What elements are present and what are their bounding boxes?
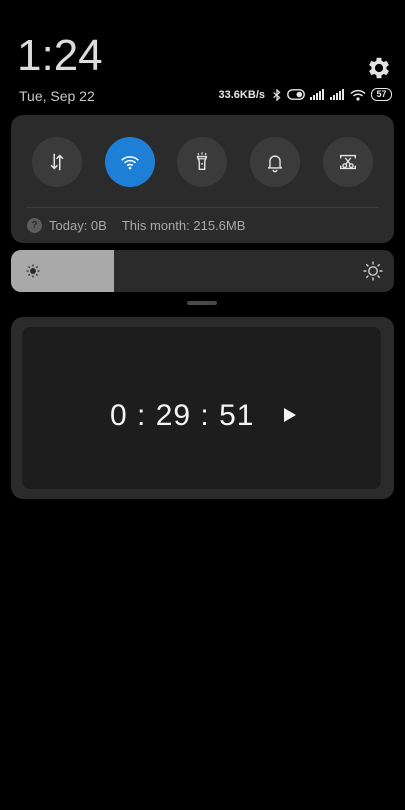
sound-toggle[interactable]	[250, 137, 300, 187]
wifi-status-icon	[350, 89, 366, 101]
timer-panel[interactable]: 0 : 29 : 51	[22, 327, 381, 489]
gear-icon[interactable]	[365, 54, 393, 82]
bell-icon	[267, 155, 283, 173]
bluetooth-icon	[273, 88, 281, 101]
brightness-high-icon	[363, 261, 383, 281]
signal-icon-2	[330, 89, 344, 100]
screenshot-scissors-icon	[339, 154, 357, 170]
help-icon: ?	[27, 218, 42, 233]
mobile-data-toggle[interactable]	[32, 137, 82, 187]
usage-today: Today: 0B	[49, 218, 107, 233]
quick-settings-tiles	[11, 137, 394, 187]
network-speed: 33.6KB/s	[218, 88, 265, 101]
brightness-slider[interactable]	[11, 250, 394, 292]
data-arrows-icon	[50, 153, 64, 171]
brightness-low-icon	[26, 264, 40, 278]
signal-icon	[310, 89, 324, 100]
notification-shade: 1:24 Tue, Sep 22 33.6KB/s 57 ? Today: 0B…	[0, 0, 405, 810]
quick-settings-panel: ? Today: 0B This month: 215.6MB	[11, 115, 394, 243]
wifi-icon	[121, 156, 139, 170]
usage-month: This month: 215.6MB	[121, 218, 246, 233]
status-bar: 33.6KB/s 57	[219, 88, 392, 101]
divider	[27, 207, 378, 208]
clock[interactable]: 1:24	[17, 34, 103, 78]
battery-icon: 57	[371, 88, 392, 101]
timer-widget: 0 : 29 : 51	[11, 317, 394, 499]
timer-display: 0 : 29 : 51	[110, 399, 255, 432]
date[interactable]: Tue, Sep 22	[19, 88, 95, 104]
toggle-icon	[287, 89, 305, 100]
screenshot-toggle[interactable]	[323, 137, 373, 187]
play-icon[interactable]	[284, 408, 296, 422]
flashlight-toggle[interactable]	[177, 137, 227, 187]
data-usage[interactable]: ? Today: 0B This month: 215.6MB	[27, 218, 245, 233]
drag-handle[interactable]	[187, 301, 217, 305]
wifi-toggle[interactable]	[105, 137, 155, 187]
flashlight-icon	[196, 152, 208, 171]
